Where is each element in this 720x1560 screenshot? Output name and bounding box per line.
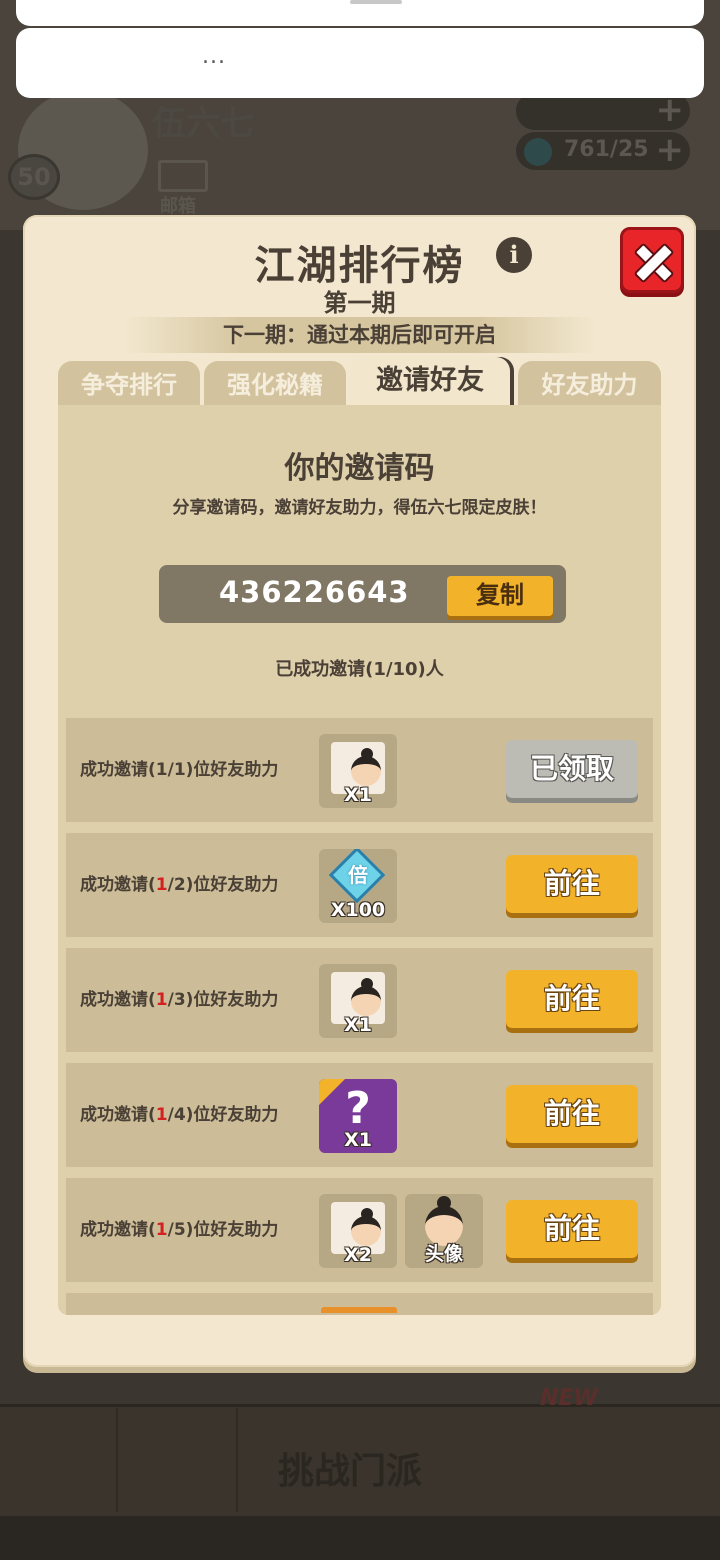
- multiplier-glyph: 倍: [348, 863, 368, 887]
- tab-ranking[interactable]: 争夺排行: [58, 361, 200, 407]
- sheet-drag-handle[interactable]: [350, 0, 402, 4]
- mail-icon: [158, 160, 208, 192]
- reward-condition: 成功邀请(1/4)位好友助力: [80, 1105, 279, 1125]
- background-collect-tab: [600, 1408, 718, 1512]
- reward-item[interactable]: X1: [319, 734, 397, 808]
- progress-count: 1: [155, 1105, 168, 1125]
- progress-count: 1: [155, 1220, 168, 1240]
- reward-condition: 成功邀请(1/2)位好友助力: [80, 875, 279, 895]
- reward-condition: 成功邀请(1/3)位好友助力: [80, 990, 279, 1010]
- reward-row-partial: [66, 1293, 653, 1315]
- progress-count: 1: [155, 875, 168, 895]
- plus-icon: +: [655, 90, 685, 130]
- reward-item[interactable]: ? X1: [319, 1079, 397, 1153]
- tab-invite-friends[interactable]: 邀请好友: [350, 357, 510, 407]
- background-level-badge: 50: [8, 154, 60, 200]
- reward-item-partial: [321, 1307, 397, 1313]
- reward-item[interactable]: 头像: [405, 1194, 483, 1268]
- reward-condition: 成功邀请(1/1)位好友助力: [80, 760, 279, 780]
- next-period-banner: 下一期：通过本期后即可开启: [123, 317, 596, 353]
- reward-condition: 成功邀请(1/5)位好友助力: [80, 1220, 279, 1240]
- period-label: 第一期: [323, 289, 396, 317]
- system-navigation-bar: [0, 1516, 720, 1560]
- go-button[interactable]: 前往: [506, 1200, 638, 1258]
- invite-code-title: 你的邀请码: [284, 451, 435, 486]
- reward-item[interactable]: X1: [319, 964, 397, 1038]
- question-mark-glyph: ?: [345, 1083, 371, 1134]
- plus-icon: +: [655, 130, 685, 170]
- go-button[interactable]: 前往: [506, 855, 638, 913]
- reward-item[interactable]: X2: [319, 1194, 397, 1268]
- gem-icon: [524, 138, 552, 166]
- progress-count: 1: [155, 760, 168, 780]
- reward-row: 成功邀请(1/4)位好友助力 ? X1 前往: [66, 1063, 653, 1167]
- item-quantity: X1: [344, 1129, 372, 1151]
- go-button[interactable]: 前往: [506, 1085, 638, 1143]
- item-quantity: X100: [330, 899, 386, 921]
- background-task-tab: [0, 1408, 118, 1512]
- tab-upgrade-guide[interactable]: 强化秘籍: [204, 361, 346, 407]
- reward-row: 成功邀请(1/5)位好友助力 X2 头像 前往: [66, 1178, 653, 1282]
- background-gem-counter: 761/25 +: [516, 132, 690, 170]
- reward-row: 成功邀请(1/1)位好友助力 X1 已领取: [66, 718, 653, 822]
- item-quantity: X2: [344, 1244, 372, 1266]
- reward-item[interactable]: 倍 X100: [319, 849, 397, 923]
- item-quantity: X1: [344, 784, 372, 806]
- progress-count: 1: [155, 990, 168, 1010]
- more-menu-icon[interactable]: ...: [202, 44, 226, 69]
- background-new-badge: NEW: [540, 1386, 598, 1411]
- item-quantity: X1: [344, 1014, 372, 1036]
- invite-code-box: 436226643 复制: [159, 565, 566, 623]
- background-challenge-label: 挑战门派: [278, 1451, 423, 1492]
- system-sheet-panel: ...: [16, 28, 704, 98]
- system-sheet-top: [16, 0, 704, 26]
- background-gem-value: 761/25: [564, 137, 649, 162]
- tab-friend-assist[interactable]: 好友助力: [518, 361, 661, 407]
- info-icon[interactable]: i: [496, 237, 532, 273]
- background-player-name: 伍六七: [152, 104, 254, 144]
- invite-panel: 你的邀请码 分享邀请码，邀请好友助力，得伍六七限定皮肤！ 436226643 复…: [58, 405, 661, 1315]
- invite-description: 分享邀请码，邀请好友助力，得伍六七限定皮肤！: [172, 498, 547, 518]
- invite-code: 436226643: [219, 575, 410, 609]
- reward-row: 成功邀请(1/3)位好友助力 X1 前往: [66, 948, 653, 1052]
- background-training-tab: [120, 1408, 238, 1512]
- item-quantity: 头像: [424, 1243, 463, 1265]
- go-button[interactable]: 前往: [506, 970, 638, 1028]
- invited-count: 已成功邀请(1/10)人: [275, 659, 444, 680]
- ranking-modal: 江湖排行榜 i 第一期 下一期：通过本期后即可开启 争夺排行 强化秘籍 邀请好友…: [23, 215, 696, 1367]
- reward-row: 成功邀请(1/2)位好友助力 倍 X100 前往: [66, 833, 653, 937]
- copy-button[interactable]: 复制: [447, 576, 553, 616]
- claimed-button[interactable]: 已领取: [506, 740, 638, 798]
